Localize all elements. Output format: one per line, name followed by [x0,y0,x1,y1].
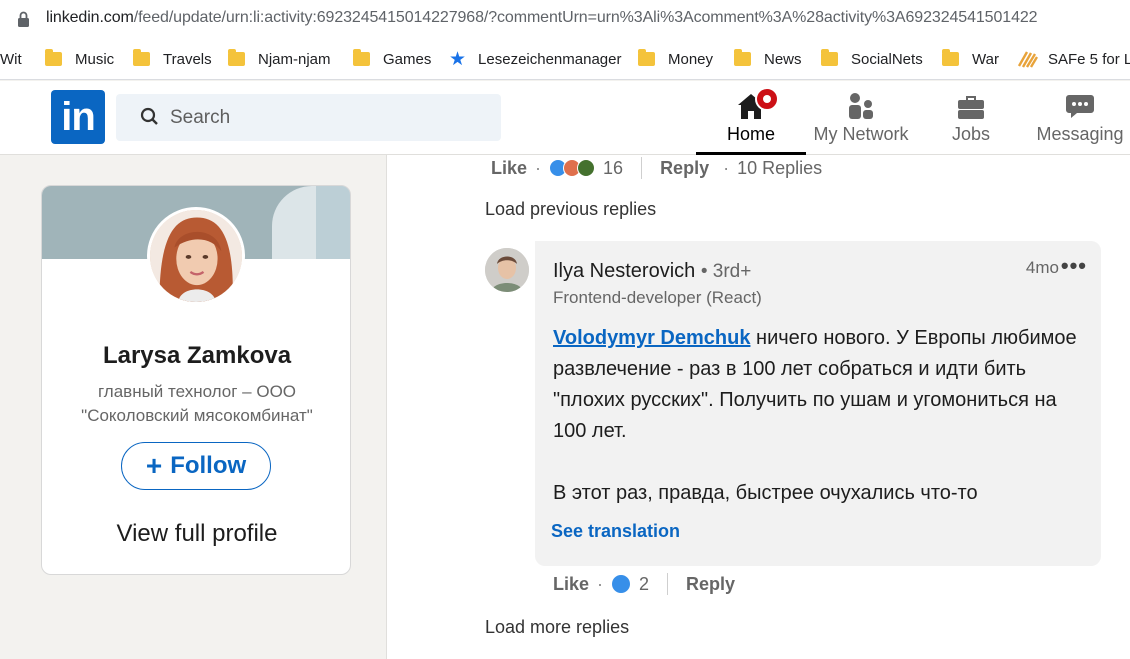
comment-time: 4mo [1025,258,1059,277]
nav-jobs[interactable]: Jobs [928,81,1014,155]
plus-icon: + [145,450,163,481]
reply-comment-bubble: Ilya Nesterovich • 3rd+ Frontend-develop… [535,241,1101,566]
search-input[interactable] [170,94,490,141]
bookmark-money[interactable]: Money [638,49,713,69]
folder-icon [734,49,751,66]
profile-name[interactable]: Larysa Zamkova [42,342,350,370]
folder-icon [638,49,655,66]
view-full-profile-link[interactable]: View full profile [42,520,350,548]
lock-icon[interactable] [17,11,30,27]
bookmark-games[interactable]: Games [353,49,431,69]
avatar[interactable] [147,207,245,305]
divider [667,573,669,595]
bookmark-njam-njam[interactable]: Njam-njam [228,49,331,69]
reaction-count[interactable]: 2 [639,574,649,595]
reaction-count[interactable]: 16 [603,158,623,179]
comment-text: Volodymyr Demchuk ничего нового. У Европ… [553,327,1077,442]
folder-icon [133,49,150,66]
connection-degree: • 3rd+ [700,261,752,282]
more-options-icon[interactable]: ••• [1061,253,1087,279]
load-more-replies[interactable]: Load more replies [485,617,629,638]
bookmark-wit[interactable]: Wit [0,49,22,69]
bookmark-lesezeichenmanager[interactable]: ★ Lesezeichenmanager [449,48,621,70]
load-previous-replies[interactable]: Load previous replies [485,199,656,220]
linkedin-logo[interactable]: in [51,90,105,144]
replies-count[interactable]: 10 Replies [737,158,822,179]
search-icon [140,107,158,125]
folder-icon [353,49,370,66]
comments-section: Like · 16 Reply · 10 Replies Load previo… [386,155,1130,659]
folder-icon [45,49,62,66]
commenter-name[interactable]: Ilya Nesterovich • 3rd+ [553,260,751,283]
reactions-icon[interactable] [549,159,596,177]
star-icon: ★ [449,48,467,70]
safe-icon [1017,51,1038,68]
nav-home[interactable]: Home [696,81,806,155]
profile-card: Larysa Zamkova главный технолог – ООО "С… [41,185,351,575]
like-reaction-icon[interactable] [611,574,632,594]
reply-button[interactable]: Reply [686,574,735,595]
like-button[interactable]: Like [553,574,589,595]
reply-actions: Like · 2 Reply [553,573,736,595]
search-box[interactable] [116,94,501,141]
bookmark-safe[interactable]: SAFe 5 for Le [1017,49,1130,69]
url-text[interactable]: linkedin.com/feed/update/urn:li:activity… [46,9,1038,27]
messaging-icon [1066,95,1094,118]
follow-button[interactable]: + Follow [121,442,271,490]
like-button[interactable]: Like [491,158,527,179]
reply-button[interactable]: Reply [660,158,709,179]
mention-link[interactable]: Volodymyr Demchuk [553,327,750,349]
bookmark-news[interactable]: News [734,49,802,69]
nav-messaging[interactable]: Messaging [1030,81,1130,155]
commenter-avatar[interactable] [485,248,529,292]
avatar-photo [150,210,242,302]
folder-icon [942,49,959,66]
nav-my-network[interactable]: My Network [808,81,914,155]
network-icon [849,93,873,119]
folder-icon [228,49,245,66]
see-translation-link[interactable]: See translation [551,521,680,542]
profile-headline: главный технолог – ООО "Соколовский мясо… [81,382,313,425]
bookmarks-bar: Wit Music Travels Njam-njam Games ★ Lesez… [0,38,1130,80]
linkedin-header: in Home My Network Jobs [0,81,1130,155]
bookmark-music[interactable]: Music [45,49,114,69]
notification-badge [755,87,779,111]
address-bar[interactable]: linkedin.com/feed/update/urn:li:activity… [0,0,1130,38]
divider [641,157,643,179]
comment-text-continued: В этот раз, правда, быстрее очухались чт… [553,482,978,504]
bookmark-war[interactable]: War [942,49,999,69]
commenter-title: Frontend-developer (React) [553,288,762,307]
briefcase-icon [958,96,984,119]
parent-comment-actions: Like · 16 Reply · 10 Replies [491,157,823,179]
bookmark-socialnets[interactable]: SocialNets [821,49,923,69]
folder-icon [821,49,838,66]
bookmark-travels[interactable]: Travels [133,49,212,69]
